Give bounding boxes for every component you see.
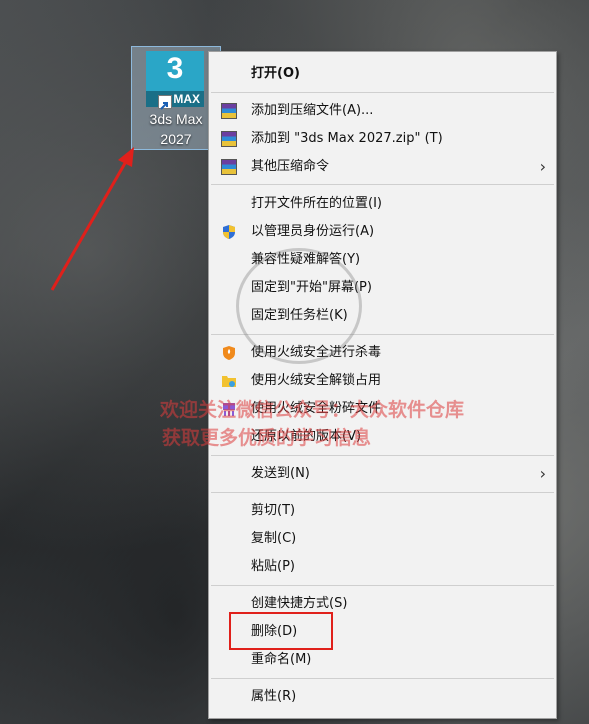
menu-item-cut[interactable]: 剪切(T) [209,497,556,525]
menu-item-label: 打开(O) [251,66,300,81]
menu-separator [211,455,554,456]
menu-item-open-file-location[interactable]: 打开文件所在的位置(I) [209,190,556,218]
menu-item-add-to-archive[interactable]: 添加到压缩文件(A)... [209,97,556,125]
menu-item-label: 还原以前的版本(V) [251,429,362,444]
menu-item-pin-to-taskbar[interactable]: 固定到任务栏(K) [209,302,556,330]
submenu-chevron-icon: › [539,157,546,176]
menu-item-restore-previous[interactable]: 还原以前的版本(V) [209,423,556,451]
menu-item-rename[interactable]: 重命名(M) [209,646,556,674]
menu-item-huorong-unlock[interactable]: 使用火绒安全解锁占用 [209,367,556,395]
menu-item-label: 复制(C) [251,531,297,546]
menu-item-label: 发送到(N) [251,466,310,481]
huorong-shield-icon [221,345,237,361]
menu-item-label: 使用火绒安全粉碎文件 [251,401,382,416]
menu-item-label: 使用火绒安全进行杀毒 [251,345,382,360]
menu-item-label: 兼容性疑难解答(Y) [251,252,361,267]
menu-item-label: 固定到任务栏(K) [251,308,348,323]
menu-item-copy[interactable]: 复制(C) [209,525,556,553]
menu-item-send-to[interactable]: 发送到(N) › [209,460,556,488]
context-menu: 打开(O) 添加到压缩文件(A)... 添加到 "3ds Max 2027.zi… [208,51,557,719]
menu-separator [211,92,554,93]
menu-item-pin-to-start[interactable]: 固定到"开始"屏幕(P) [209,274,556,302]
menu-item-label: 添加到 "3ds Max 2027.zip" (T) [251,131,443,146]
menu-item-add-to-zip[interactable]: 添加到 "3ds Max 2027.zip" (T) [209,125,556,153]
menu-item-other-compress[interactable]: 其他压缩命令 › [209,153,556,181]
menu-item-label: 剪切(T) [251,503,296,518]
winrar-icon [221,159,237,175]
menu-item-label: 添加到压缩文件(A)... [251,103,374,118]
menu-item-huorong-shred[interactable]: 使用火绒安全粉碎文件 [209,395,556,423]
menu-item-huorong-scan[interactable]: 使用火绒安全进行杀毒 [209,339,556,367]
folder-unlock-icon [221,373,237,389]
menu-item-label: 属性(R) [251,689,297,704]
menu-separator [211,334,554,335]
menu-item-create-shortcut[interactable]: 创建快捷方式(S) [209,590,556,618]
menu-item-label: 固定到"开始"屏幕(P) [251,280,372,295]
menu-separator [211,492,554,493]
menu-item-label: 重命名(M) [251,652,312,667]
menu-item-label: 其他压缩命令 [251,159,330,174]
menu-item-label: 创建快捷方式(S) [251,596,348,611]
menu-separator [211,184,554,185]
menu-item-label: 使用火绒安全解锁占用 [251,373,382,388]
menu-item-label: 打开文件所在的位置(I) [251,196,382,211]
menu-item-properties[interactable]: 属性(R) [209,683,556,711]
menu-item-paste[interactable]: 粘贴(P) [209,553,556,581]
menu-separator [211,678,554,679]
winrar-icon [221,131,237,147]
menu-item-label: 粘贴(P) [251,559,295,574]
menu-item-label: 删除(D) [251,624,298,639]
menu-item-label: 以管理员身份运行(A) [251,224,375,239]
menu-item-run-as-admin[interactable]: 以管理员身份运行(A) [209,218,556,246]
menu-separator [211,585,554,586]
menu-item-compatibility[interactable]: 兼容性疑难解答(Y) [209,246,556,274]
submenu-chevron-icon: › [539,464,546,483]
menu-item-open[interactable]: 打开(O) [209,60,556,88]
winrar-icon [221,103,237,119]
shredder-icon [221,401,237,417]
menu-item-delete[interactable]: 删除(D) [209,618,556,646]
uac-shield-icon [221,224,237,240]
